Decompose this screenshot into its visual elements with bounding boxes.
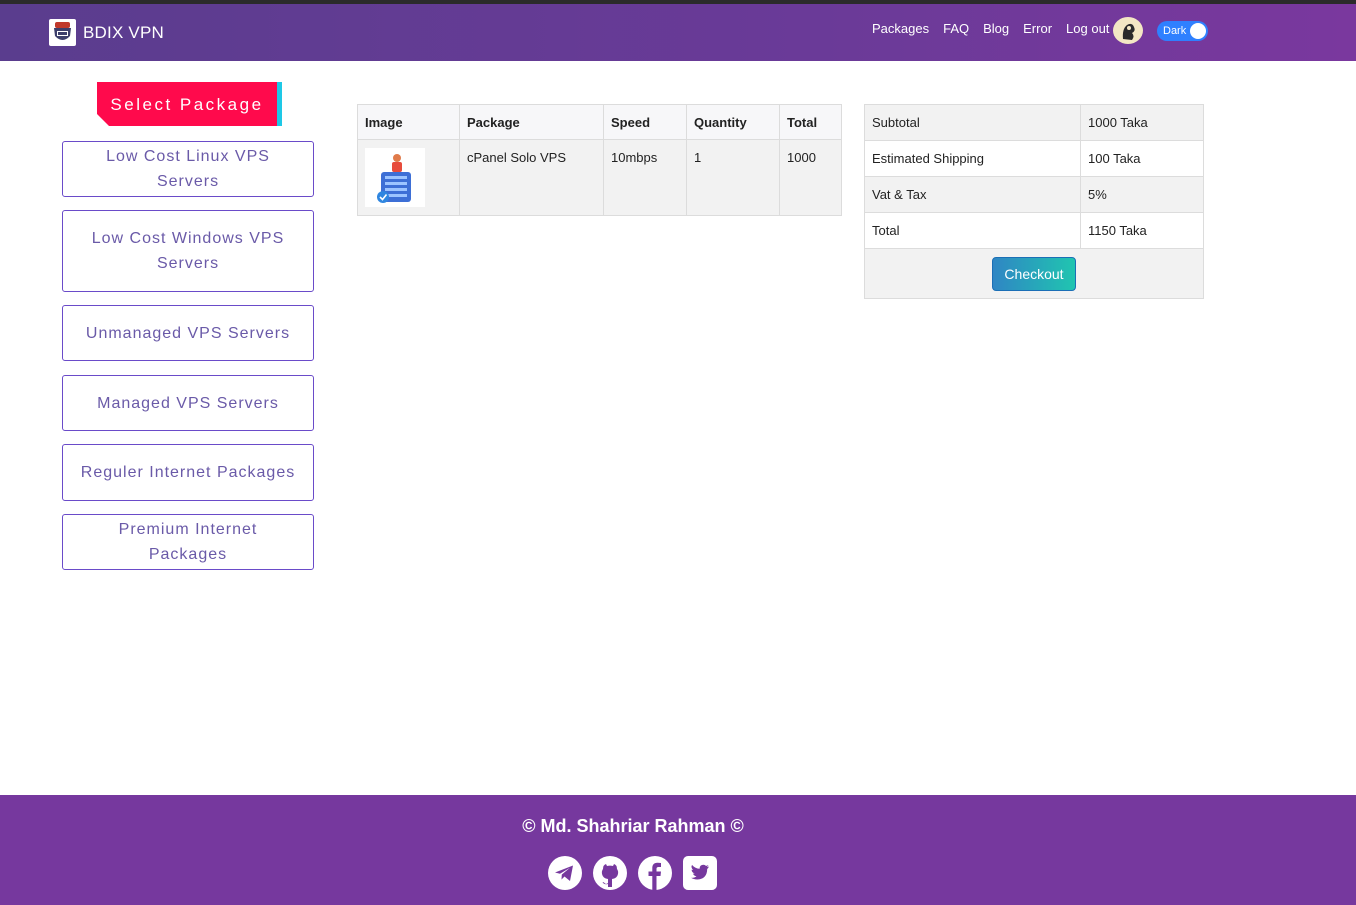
package-button-managed-vps[interactable]: Managed VPS Servers xyxy=(62,375,314,431)
brand-name: BDIX VPN xyxy=(83,22,164,42)
column-header-quantity: Quantity xyxy=(686,104,780,140)
navbar: BDIX VPN Packages FAQ Blog Error Log out… xyxy=(0,4,1356,61)
column-header-total: Total xyxy=(779,104,842,140)
cell-total: 1000 xyxy=(779,139,842,216)
heading-accent xyxy=(277,82,282,126)
cell-speed: 10mbps xyxy=(603,139,687,216)
summary-row-shipping: Estimated Shipping 100 Taka xyxy=(864,140,1204,177)
checkout-cell: Checkout xyxy=(864,248,1204,299)
social-links xyxy=(547,855,727,891)
nav-link-logout[interactable]: Log out xyxy=(1066,21,1109,36)
summary-value: 5% xyxy=(1080,176,1204,213)
summary-value: 1000 Taka xyxy=(1080,104,1204,141)
package-button-windows-vps[interactable]: Low Cost Windows VPS Servers xyxy=(62,210,314,292)
vpn-logo-icon xyxy=(49,19,76,46)
select-package-title: Select Package xyxy=(97,82,277,126)
nav-link-faq[interactable]: FAQ xyxy=(943,21,969,36)
table-row: cPanel Solo VPS 10mbps 1 1000 xyxy=(357,139,842,216)
column-header-package: Package xyxy=(459,104,604,140)
cell-quantity: 1 xyxy=(686,139,780,216)
summary-row-subtotal: Subtotal 1000 Taka xyxy=(864,104,1204,141)
order-summary-table: Subtotal 1000 Taka Estimated Shipping 10… xyxy=(864,104,1204,299)
summary-row-total: Total 1150 Taka xyxy=(864,212,1204,249)
footer-copyright: © Md. Shahriar Rahman © xyxy=(522,816,744,836)
package-button-unmanaged-vps[interactable]: Unmanaged VPS Servers xyxy=(62,305,314,361)
summary-label: Vat & Tax xyxy=(864,176,1081,213)
summary-row-checkout: Checkout xyxy=(864,248,1204,299)
server-package-image xyxy=(365,148,425,207)
select-package-heading: Select Package xyxy=(97,82,282,126)
brand[interactable]: BDIX VPN xyxy=(49,19,164,46)
toggle-knob xyxy=(1190,23,1206,39)
nav-link-packages[interactable]: Packages xyxy=(872,21,929,36)
summary-label: Total xyxy=(864,212,1081,249)
facebook-icon[interactable] xyxy=(637,855,673,891)
column-header-speed: Speed xyxy=(603,104,687,140)
theme-toggle-label: Dark xyxy=(1163,25,1187,37)
footer: © Md. Shahriar Rahman © xyxy=(0,795,1356,905)
summary-value: 1150 Taka xyxy=(1080,212,1204,249)
package-button-reguler-internet[interactable]: Reguler Internet Packages xyxy=(62,444,314,501)
summary-label: Subtotal xyxy=(864,104,1081,141)
nav-links: Packages FAQ Blog Error Log out xyxy=(872,21,1123,36)
cart-table: Image Package Speed Quantity Total cPane… xyxy=(357,104,842,216)
summary-label: Estimated Shipping xyxy=(864,140,1081,177)
cart-header-row: Image Package Speed Quantity Total xyxy=(357,104,842,140)
summary-value: 100 Taka xyxy=(1080,140,1204,177)
summary-row-vat: Vat & Tax 5% xyxy=(864,176,1204,213)
package-button-premium-internet[interactable]: Premium Internet Packages xyxy=(62,514,314,570)
telegram-icon[interactable] xyxy=(547,855,583,891)
package-button-linux-vps[interactable]: Low Cost Linux VPS Servers xyxy=(62,141,314,197)
nav-link-blog[interactable]: Blog xyxy=(983,21,1009,36)
cell-package: cPanel Solo VPS xyxy=(459,139,604,216)
nav-link-error[interactable]: Error xyxy=(1023,21,1052,36)
checkout-button[interactable]: Checkout xyxy=(992,256,1076,291)
column-header-image: Image xyxy=(357,104,460,140)
twitter-icon[interactable] xyxy=(682,855,718,891)
avatar[interactable] xyxy=(1113,17,1143,44)
github-icon[interactable] xyxy=(592,855,628,891)
cell-image xyxy=(357,139,460,216)
theme-toggle[interactable]: Dark xyxy=(1157,21,1208,41)
